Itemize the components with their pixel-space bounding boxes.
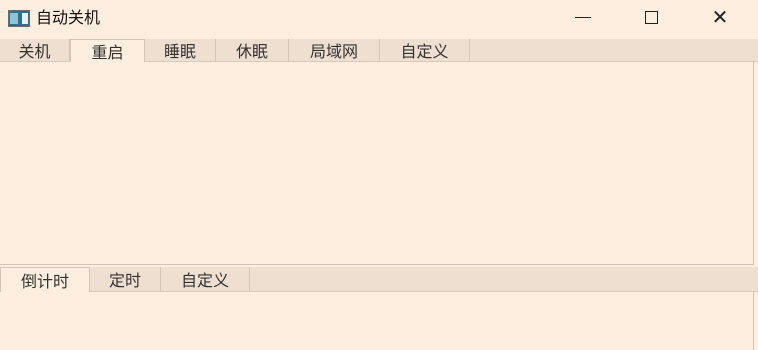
maximize-button[interactable]: [628, 0, 674, 34]
top-tab-bar: 关机 重启 睡眠 休眠 局域网 自定义: [0, 39, 758, 62]
close-icon: ✕: [711, 5, 729, 29]
tab-custom-time[interactable]: 自定义: [161, 267, 250, 291]
tab-timed[interactable]: 定时: [90, 267, 161, 291]
bottom-tab-panel: [0, 292, 754, 350]
tab-shutdown[interactable]: 关机: [0, 39, 70, 61]
tab-countdown[interactable]: 倒计时: [0, 267, 90, 292]
minimize-button[interactable]: [560, 0, 606, 34]
title-bar: 自动关机 ✕: [0, 0, 758, 38]
bottom-tab-bar: 倒计时 定时 自定义: [0, 267, 758, 292]
close-button[interactable]: ✕: [697, 0, 743, 34]
tab-lan[interactable]: 局域网: [289, 39, 380, 61]
window-title: 自动关机: [36, 8, 101, 27]
app-window-icon: [8, 10, 30, 27]
tab-custom[interactable]: 自定义: [380, 39, 470, 61]
top-tab-panel: [0, 62, 754, 265]
tab-restart[interactable]: 重启: [70, 39, 145, 62]
maximize-icon: [644, 10, 658, 24]
minimize-icon: [575, 16, 591, 18]
tab-sleep[interactable]: 睡眠: [145, 39, 216, 61]
tab-hibernate[interactable]: 休眠: [216, 39, 289, 61]
